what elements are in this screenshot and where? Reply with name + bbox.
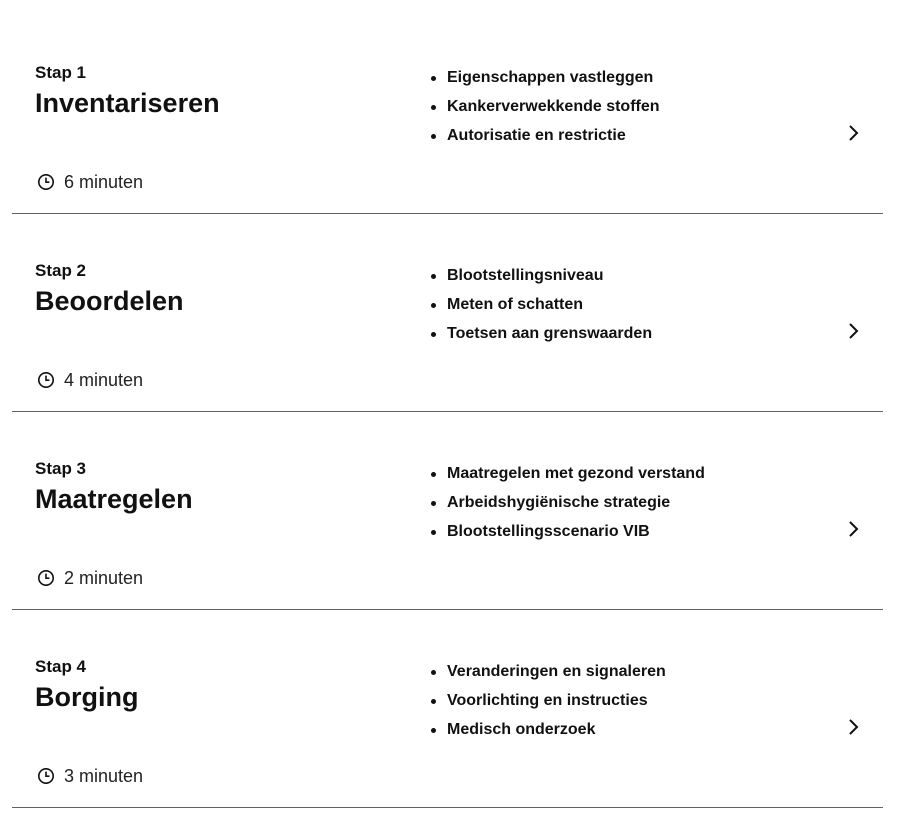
step-title: Borging [35,682,139,712]
duration-text: 6 minuten [64,172,144,192]
step-label: Stap 4 [35,657,87,676]
step-title: Inventariseren [35,88,220,118]
step-title: Maatregelen [35,484,193,514]
duration: 2 minuten [37,567,143,589]
clock-icon [37,767,55,785]
topic-item: Blootstellingsniveau [431,261,652,290]
duration: 4 minuten [37,369,143,391]
topic-list: Eigenschappen vastleggen Kankerverwekken… [431,63,660,150]
topic-item: Voorlichting en instructies [431,686,666,715]
step-card-4[interactable]: Stap 4 Borging Veranderingen en signaler… [12,610,883,808]
step-label: Stap 3 [35,459,87,478]
step-label: Stap 2 [35,261,87,280]
topic-list: Maatregelen met gezond verstand Arbeidsh… [431,459,705,546]
chevron-right-icon[interactable] [846,717,862,737]
topic-item: Maatregelen met gezond verstand [431,459,705,488]
clock-icon [37,569,55,587]
topic-item: Toetsen aan grenswaarden [431,319,652,348]
step-card-3[interactable]: Stap 3 Maatregelen Maatregelen met gezon… [12,412,883,610]
duration: 3 minuten [37,765,143,787]
clock-icon [37,371,55,389]
topic-item: Veranderingen en signaleren [431,657,666,686]
topic-item: Kankerverwekkende stoffen [431,92,660,121]
duration-text: 2 minuten [64,568,144,588]
chevron-right-icon[interactable] [846,123,862,143]
step-title: Beoordelen [35,286,184,316]
topic-list: Veranderingen en signaleren Voorlichting… [431,657,666,744]
topic-item: Eigenschappen vastleggen [431,63,660,92]
duration-text: 3 minuten [64,766,144,786]
duration-text: 4 minuten [64,370,144,390]
duration: 6 minuten [37,171,143,193]
topic-item: Medisch onderzoek [431,715,666,744]
topic-list: Blootstellingsniveau Meten of schatten T… [431,261,652,348]
step-label: Stap 1 [35,63,87,82]
clock-icon [37,173,55,191]
step-card-1[interactable]: Stap 1 Inventariseren Eigenschappen vast… [12,16,883,214]
topic-item: Blootstellingsscenario VIB [431,517,705,546]
topic-item: Autorisatie en restrictie [431,121,660,150]
chevron-right-icon[interactable] [846,519,862,539]
chevron-right-icon[interactable] [846,321,862,341]
topic-item: Arbeidshygiënische strategie [431,488,705,517]
step-card-2[interactable]: Stap 2 Beoordelen Blootstellingsniveau M… [12,214,883,412]
topic-item: Meten of schatten [431,290,652,319]
